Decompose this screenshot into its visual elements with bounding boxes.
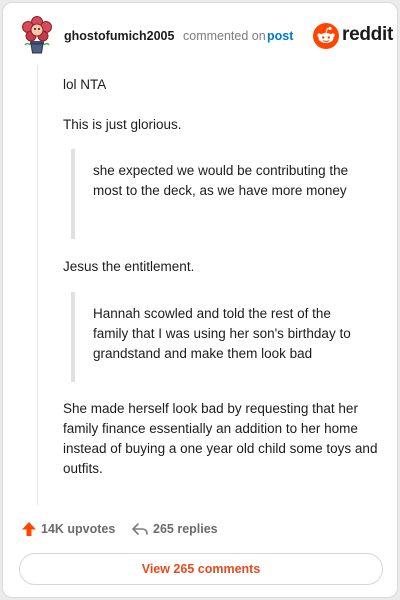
comment-paragraph: Jesus the entitlement. <box>63 259 195 274</box>
comment-paragraph: This is just glorious. <box>63 117 182 132</box>
comment-card: ghostofumich2005 commented on post reddi… <box>2 2 398 598</box>
reddit-brand[interactable]: reddit <box>313 23 393 49</box>
quote-text: she expected we would be contributing th… <box>93 163 349 198</box>
post-link[interactable]: post <box>267 29 293 43</box>
username-link[interactable]: ghostofumich2005 <box>64 29 174 43</box>
reply-arrow-icon <box>132 523 148 535</box>
upvote-arrow-icon <box>22 522 36 536</box>
comment-paragraph: lol NTA <box>63 77 107 92</box>
comment-header: ghostofumich2005 commented on post reddi… <box>3 3 399 65</box>
flower-avatar-icon[interactable] <box>19 15 55 55</box>
blockquote: Hannah scowled and told the rest of the … <box>71 292 371 382</box>
replies-button[interactable]: 265 replies <box>131 519 218 539</box>
view-comments-button[interactable]: View 265 comments <box>19 553 383 585</box>
upvote-count: 14K upvotes <box>41 522 116 536</box>
thread-line <box>37 65 38 505</box>
reddit-snoo-icon <box>313 23 339 49</box>
comment-paragraph: She made herself look bad by requesting … <box>63 401 378 476</box>
brand-name: reddit <box>342 24 393 45</box>
replies-count: 265 replies <box>153 522 218 536</box>
upvote-button[interactable]: 14K upvotes <box>21 519 115 539</box>
action-text: commented on <box>183 29 266 43</box>
quote-text: Hannah scowled and told the rest of the … <box>93 306 351 361</box>
blockquote: she expected we would be contributing th… <box>71 149 371 239</box>
